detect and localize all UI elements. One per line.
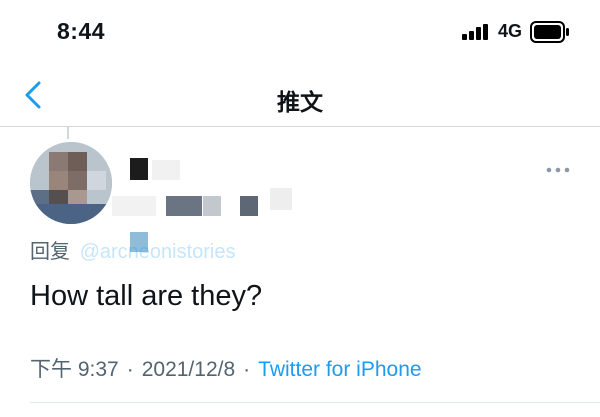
network-label: 4G: [498, 21, 523, 41]
handle-redaction: [270, 188, 292, 210]
signal-bars-icon: [462, 24, 488, 40]
bottom-divider: [30, 402, 600, 403]
separator: ·: [243, 358, 251, 381]
reply-prefix: 回复: [30, 241, 70, 263]
nav-bar: 推文: [0, 64, 600, 126]
handle-redaction: [166, 196, 202, 216]
tweet-metadata: 下午 9:37 · 2021/12/8 · Twitter for iPhone: [30, 353, 422, 383]
handle-redaction: [112, 196, 156, 216]
status-time: 8:44: [57, 18, 106, 44]
battery-icon: [530, 21, 569, 43]
avatar[interactable]: [30, 142, 112, 224]
more-horizontal-icon[interactable]: [546, 166, 570, 174]
tweet-text: How tall are they?: [30, 280, 263, 312]
reply-context: 回复 @arcneonistories: [30, 235, 236, 264]
tweet-time: 下午 9:37: [30, 358, 119, 381]
status-bar: 8:44 4G: [0, 0, 600, 64]
page-title: 推文: [277, 89, 323, 115]
tweet-source-link[interactable]: Twitter for iPhone: [258, 358, 421, 381]
chevron-left-icon[interactable]: [20, 78, 50, 112]
display-name-redaction: [130, 158, 148, 180]
handle-redaction: [240, 196, 258, 216]
tweet-date: 2021/12/8: [141, 358, 236, 381]
reply-handle-link[interactable]: @arcneonistories: [80, 241, 236, 263]
thread-line: [67, 127, 69, 139]
handle-redaction: [203, 196, 221, 216]
separator: ·: [126, 358, 134, 381]
nav-divider: [0, 126, 600, 127]
display-name-redaction: [152, 160, 180, 180]
